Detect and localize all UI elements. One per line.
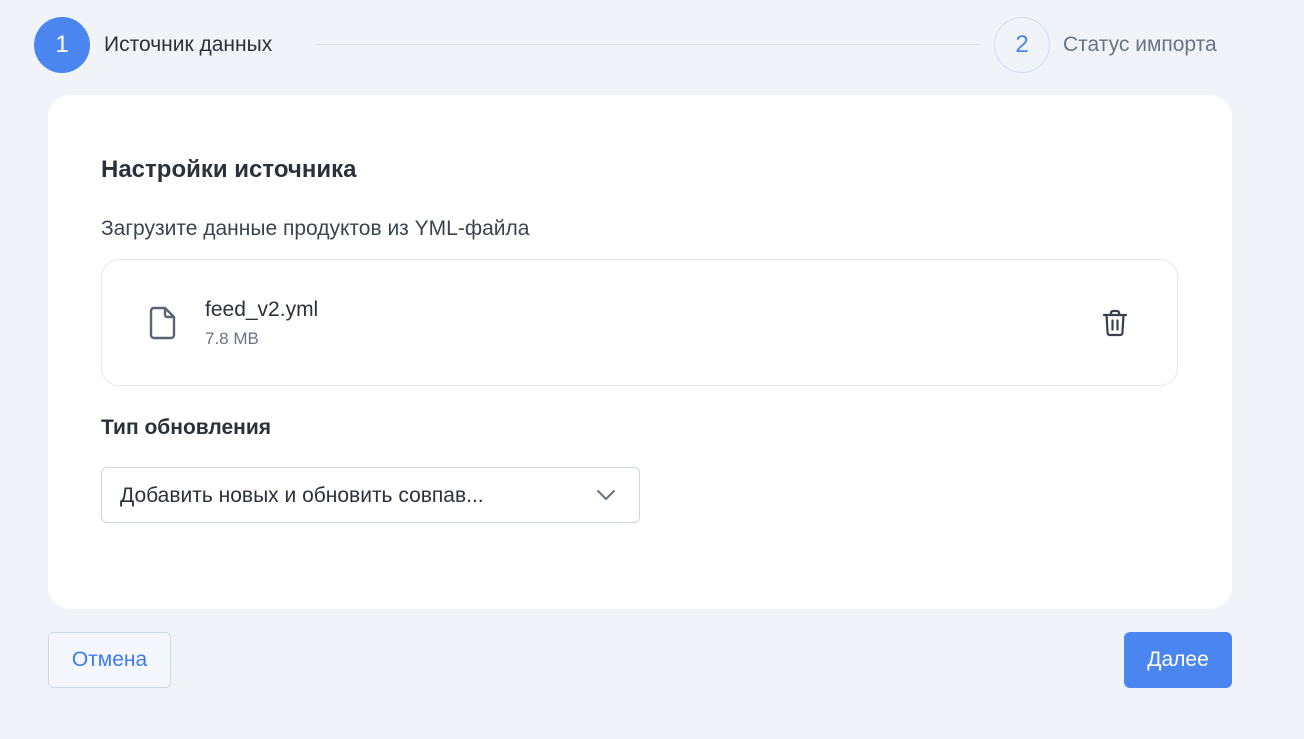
section-title: Настройки источника [101, 156, 357, 183]
source-settings-card: Настройки источника Загрузите данные про… [48, 95, 1232, 609]
step-2-number: 2 [1015, 31, 1029, 58]
file-size: 7.8 MB [205, 329, 259, 348]
chevron-down-icon [597, 490, 615, 500]
stepper-connector [316, 44, 980, 45]
step-2-indicator: 2 [994, 17, 1050, 73]
update-type-label: Тип обновления [101, 416, 271, 439]
cancel-button[interactable]: Отмена [48, 632, 171, 688]
step-1-indicator: 1 [34, 17, 90, 73]
step-2-label: Статус импорта [1063, 33, 1217, 56]
step-1-number: 1 [55, 31, 69, 58]
section-subtitle: Загрузите данные продуктов из YML-файла [101, 217, 530, 240]
next-button[interactable]: Далее [1124, 632, 1232, 688]
file-icon [149, 306, 176, 340]
file-name: feed_v2.yml [205, 298, 319, 321]
step-1-label: Источник данных [104, 33, 273, 56]
delete-file-button[interactable] [1099, 307, 1131, 339]
stepper: 1 Источник данных 2 Статус импорта [34, 17, 1246, 73]
update-type-select[interactable]: Добавить новых и обновить совпав... [101, 467, 640, 523]
update-type-value: Добавить новых и обновить совпав... [120, 484, 484, 507]
uploaded-file: feed_v2.yml 7.8 MB [101, 259, 1178, 386]
trash-icon [1102, 309, 1128, 337]
